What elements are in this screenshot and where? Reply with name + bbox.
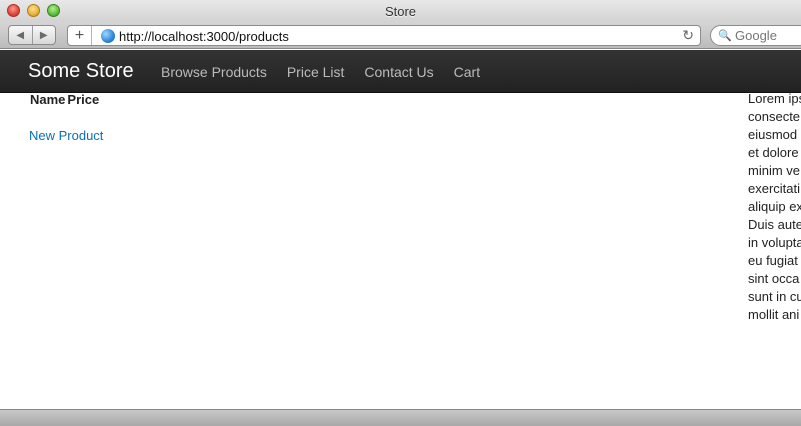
search-field[interactable]: 🔍 <box>710 25 801 46</box>
nav-cart[interactable]: Cart <box>454 64 480 80</box>
site-navbar: Some Store Browse Products Price List Co… <box>0 50 801 93</box>
new-product-link[interactable]: New Product <box>29 128 103 143</box>
products-table-header: Name Price <box>30 92 99 107</box>
browser-toolbar: ◀ ▶ + http://localhost:3000/products ↻ 🔍 <box>0 22 801 49</box>
nav-links: Browse Products Price List Contact Us Ca… <box>151 64 490 80</box>
history-nav: ◀ ▶ <box>8 25 56 45</box>
back-button[interactable]: ◀ <box>9 26 32 44</box>
status-bar <box>0 409 801 426</box>
forward-button[interactable]: ▶ <box>31 26 56 44</box>
reload-icon[interactable]: ↻ <box>682 27 694 44</box>
search-icon: 🔍 <box>718 30 732 42</box>
address-bar[interactable]: + http://localhost:3000/products ↻ <box>67 25 701 46</box>
globe-icon <box>101 29 115 43</box>
column-header-price: Price <box>67 92 100 107</box>
brand-link[interactable]: Some Store <box>28 60 134 83</box>
add-bookmark-icon[interactable]: + <box>68 26 92 45</box>
column-header-name: Name <box>30 92 66 107</box>
nav-price-list[interactable]: Price List <box>287 64 345 80</box>
url-text[interactable]: http://localhost:3000/products <box>119 29 289 44</box>
window-title: Store <box>384 4 417 19</box>
search-input[interactable] <box>735 27 801 44</box>
sidebar-text: Lorem ips consecte eiusmod et dolore min… <box>748 91 801 322</box>
window-titlebar: Store <box>0 0 801 22</box>
nav-browse-products[interactable]: Browse Products <box>161 64 267 80</box>
nav-contact-us[interactable]: Contact Us <box>364 64 433 80</box>
